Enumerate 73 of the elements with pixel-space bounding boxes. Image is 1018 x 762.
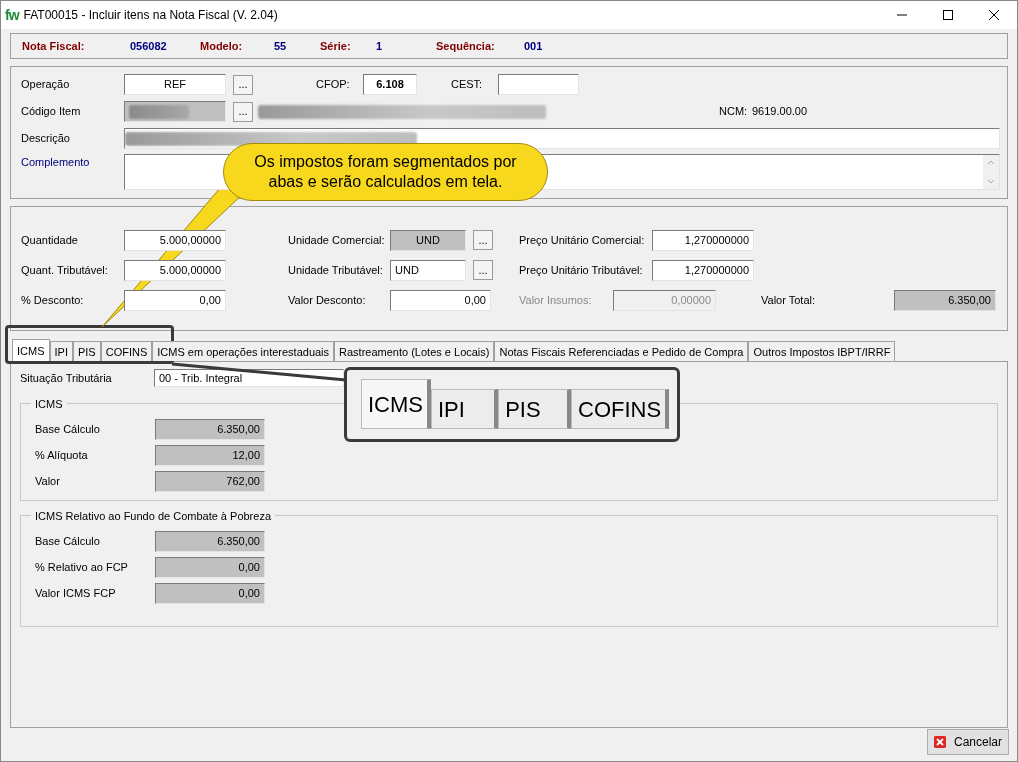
input-field[interactable]: 0,00 bbox=[155, 582, 265, 604]
header-value: 1 bbox=[376, 38, 384, 54]
field-label: Unidade Tributável: bbox=[288, 262, 384, 278]
lookup-button[interactable]: ... bbox=[233, 101, 253, 122]
field-label: Preço Unitário Comercial: bbox=[519, 232, 646, 248]
input-field[interactable]: 0,00 bbox=[390, 289, 491, 311]
field-label: 9619.00.00 bbox=[752, 104, 808, 120]
field-label: Base Cálculo bbox=[35, 533, 101, 549]
tab[interactable]: ICMS em operações interestaduais bbox=[152, 341, 335, 361]
cancel-icon bbox=[934, 734, 946, 750]
field-label: Código Item bbox=[21, 104, 82, 120]
input-field[interactable] bbox=[124, 128, 1000, 149]
header-value: 55 bbox=[274, 38, 288, 54]
field-label: Situação Tributária bbox=[20, 370, 113, 386]
cancel-button[interactable]: Cancelar bbox=[927, 729, 1009, 755]
input-field[interactable]: UND bbox=[390, 229, 466, 251]
field-label: Valor bbox=[35, 473, 61, 489]
field-label: Base Cálculo bbox=[35, 421, 101, 437]
tab[interactable]: IPI bbox=[49, 341, 73, 361]
field-label: CFOP: bbox=[316, 77, 351, 93]
maximize-icon[interactable] bbox=[943, 10, 953, 20]
field-label: Preço Unitário Tributável: bbox=[519, 262, 644, 278]
field-label: % Relativo ao FCP bbox=[35, 559, 129, 575]
field-label: Valor ICMS FCP bbox=[35, 585, 117, 601]
input-field[interactable]: 5.000,00000 bbox=[124, 229, 226, 251]
input-field[interactable]: 0,00 bbox=[155, 556, 265, 578]
lookup-button[interactable]: ... bbox=[473, 260, 493, 280]
close-icon[interactable] bbox=[989, 10, 999, 20]
tab[interactable]: Rastreamento (Lotes e Locais) bbox=[334, 341, 495, 361]
tab[interactable]: COFINS bbox=[100, 341, 153, 361]
field-label: % Desconto: bbox=[21, 292, 85, 308]
field-label: Valor Desconto: bbox=[288, 292, 367, 308]
scrollbar bbox=[983, 155, 999, 189]
header-label: Série: bbox=[320, 38, 352, 54]
input-field[interactable]: 6.108 bbox=[363, 74, 417, 95]
field-label: Operação bbox=[21, 77, 71, 93]
header-label: Sequência: bbox=[436, 38, 496, 54]
callout-tooltip: Os impostos foram segmentados por abas e serão calculados em tela. bbox=[223, 143, 548, 201]
lookup-button[interactable]: ... bbox=[233, 74, 253, 95]
field-label: Quant. Tributável: bbox=[21, 262, 109, 278]
field-label: Unidade Comercial: bbox=[288, 232, 386, 248]
header-value: 001 bbox=[524, 38, 544, 54]
app-logo: fw bbox=[5, 5, 19, 25]
input-field[interactable]: REF bbox=[124, 74, 226, 95]
header-label: Nota Fiscal: bbox=[22, 38, 86, 54]
input-field[interactable]: 6.350,00 bbox=[155, 418, 265, 440]
input-field[interactable]: UND bbox=[390, 259, 466, 281]
input-field[interactable]: 762,00 bbox=[155, 470, 265, 492]
header-label: Modelo: bbox=[200, 38, 244, 54]
field-label: CEST: bbox=[451, 77, 484, 93]
input-field[interactable]: 6.350,00 bbox=[155, 530, 265, 552]
input-field[interactable] bbox=[124, 101, 226, 122]
field-label: Quantidade bbox=[21, 232, 79, 248]
input-field[interactable]: 1,270000000 bbox=[652, 259, 754, 281]
tab[interactable]: Notas Fiscais Referenciadas e Pedido de Compra bbox=[494, 341, 749, 361]
input-field[interactable]: 12,00 bbox=[155, 444, 265, 466]
field-label: NCM: bbox=[719, 104, 749, 120]
input-field[interactable] bbox=[498, 74, 579, 95]
tab[interactable]: PIS bbox=[72, 341, 101, 361]
header-value: 056082 bbox=[130, 38, 168, 54]
input-field[interactable]: 5.000,00000 bbox=[124, 259, 226, 281]
input-field[interactable]: 6.350,00 bbox=[894, 289, 996, 311]
window-title: FAT00015 - Incluir itens na Nota Fiscal (V. 2.04) bbox=[23, 7, 278, 24]
field-label: Complemento bbox=[21, 155, 91, 170]
field-label: Descrição bbox=[21, 131, 71, 147]
input-field[interactable]: 0,00 bbox=[124, 289, 226, 311]
input-field[interactable]: 1,270000000 bbox=[652, 229, 754, 251]
field-label: Valor Insumos: bbox=[519, 292, 593, 308]
tab[interactable]: ICMS bbox=[12, 339, 50, 361]
field-label: Valor Total: bbox=[761, 292, 816, 308]
field-label: % Alíquota bbox=[35, 447, 89, 463]
tab[interactable]: Outros Impostos IBPT/IRRF bbox=[748, 341, 896, 361]
lookup-button[interactable]: ... bbox=[473, 230, 493, 250]
